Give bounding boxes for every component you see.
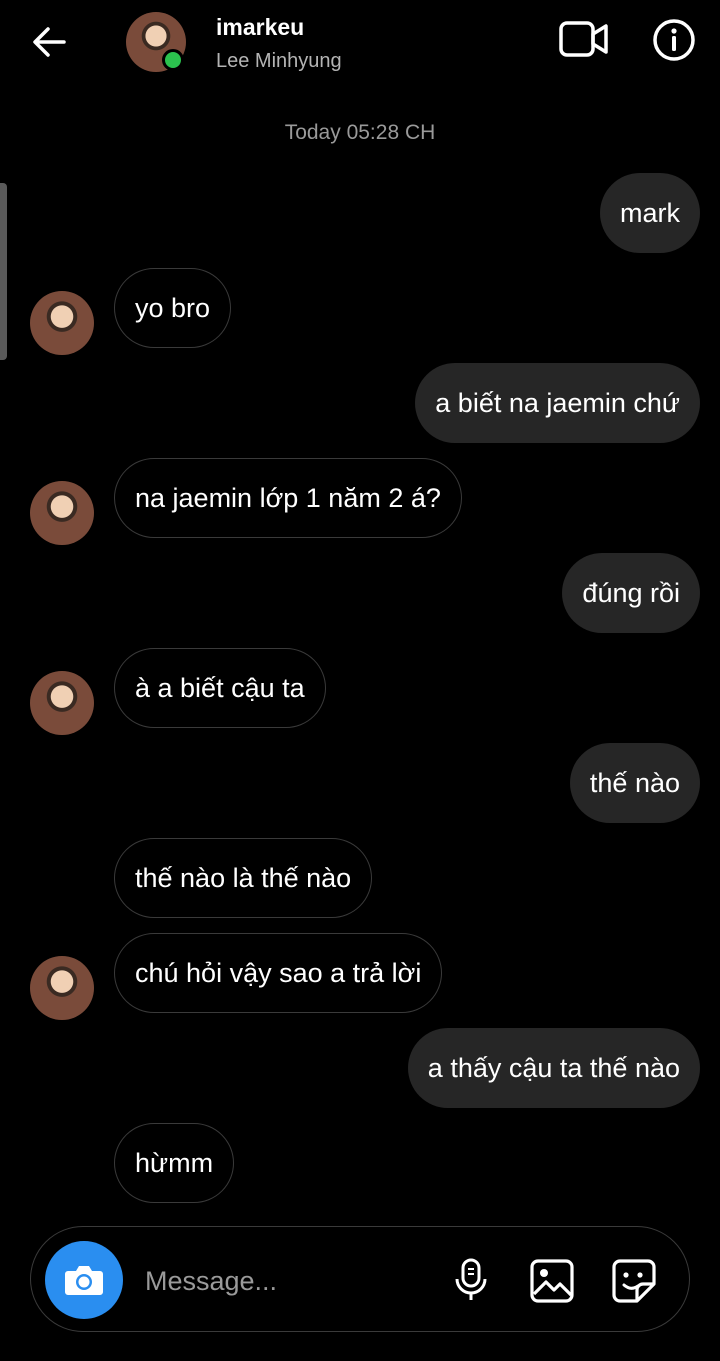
conversation-timestamp: Today 05:28 CH [284, 121, 436, 144]
info-icon [653, 19, 695, 61]
contact-fullname: Lee Minhyung [216, 50, 342, 72]
message-sent[interactable]: a biết na jaemin chứ [415, 363, 700, 443]
message-sent[interactable]: đúng rồi [562, 553, 700, 633]
back-button[interactable] [28, 22, 72, 62]
message-received[interactable]: chú hỏi vậy sao a trả lời [114, 933, 443, 1013]
video-call-button[interactable] [558, 18, 610, 60]
sender-avatar[interactable] [30, 671, 94, 735]
sticker-button[interactable] [611, 1258, 657, 1304]
microphone-icon [455, 1258, 487, 1300]
chat-header: imarkeu Lee Minhyung [0, 0, 720, 90]
message-received[interactable]: yo bro [114, 268, 232, 348]
voice-message-button[interactable] [451, 1257, 491, 1303]
gallery-icon [530, 1259, 574, 1303]
message-composer [30, 1226, 690, 1332]
camera-button[interactable] [45, 1241, 123, 1319]
info-button[interactable] [652, 18, 696, 62]
scroll-indicator[interactable] [0, 183, 7, 360]
message-received[interactable]: na jaemin lớp 1 năm 2 á? [114, 458, 462, 538]
gallery-button[interactable] [529, 1258, 575, 1304]
message-input[interactable] [143, 1255, 427, 1307]
video-call-icon [559, 21, 608, 57]
message-received[interactable]: hừmm [114, 1123, 235, 1203]
sender-avatar[interactable] [30, 291, 94, 355]
message-received[interactable]: à a biết cậu ta [114, 648, 326, 728]
camera-icon [65, 1266, 103, 1295]
message-sent[interactable]: thế nào [569, 743, 700, 823]
sender-avatar[interactable] [30, 481, 94, 545]
message-sent[interactable]: mark [600, 173, 700, 253]
sticker-icon [612, 1259, 656, 1303]
online-status-dot [162, 49, 184, 71]
message-received[interactable]: thế nào là thế nào [114, 838, 373, 918]
back-arrow-icon [33, 27, 66, 57]
sender-avatar[interactable] [30, 956, 94, 1020]
contact-username[interactable]: imarkeu [216, 14, 304, 41]
message-sent[interactable]: a thấy cậu ta thế nào [407, 1028, 700, 1108]
